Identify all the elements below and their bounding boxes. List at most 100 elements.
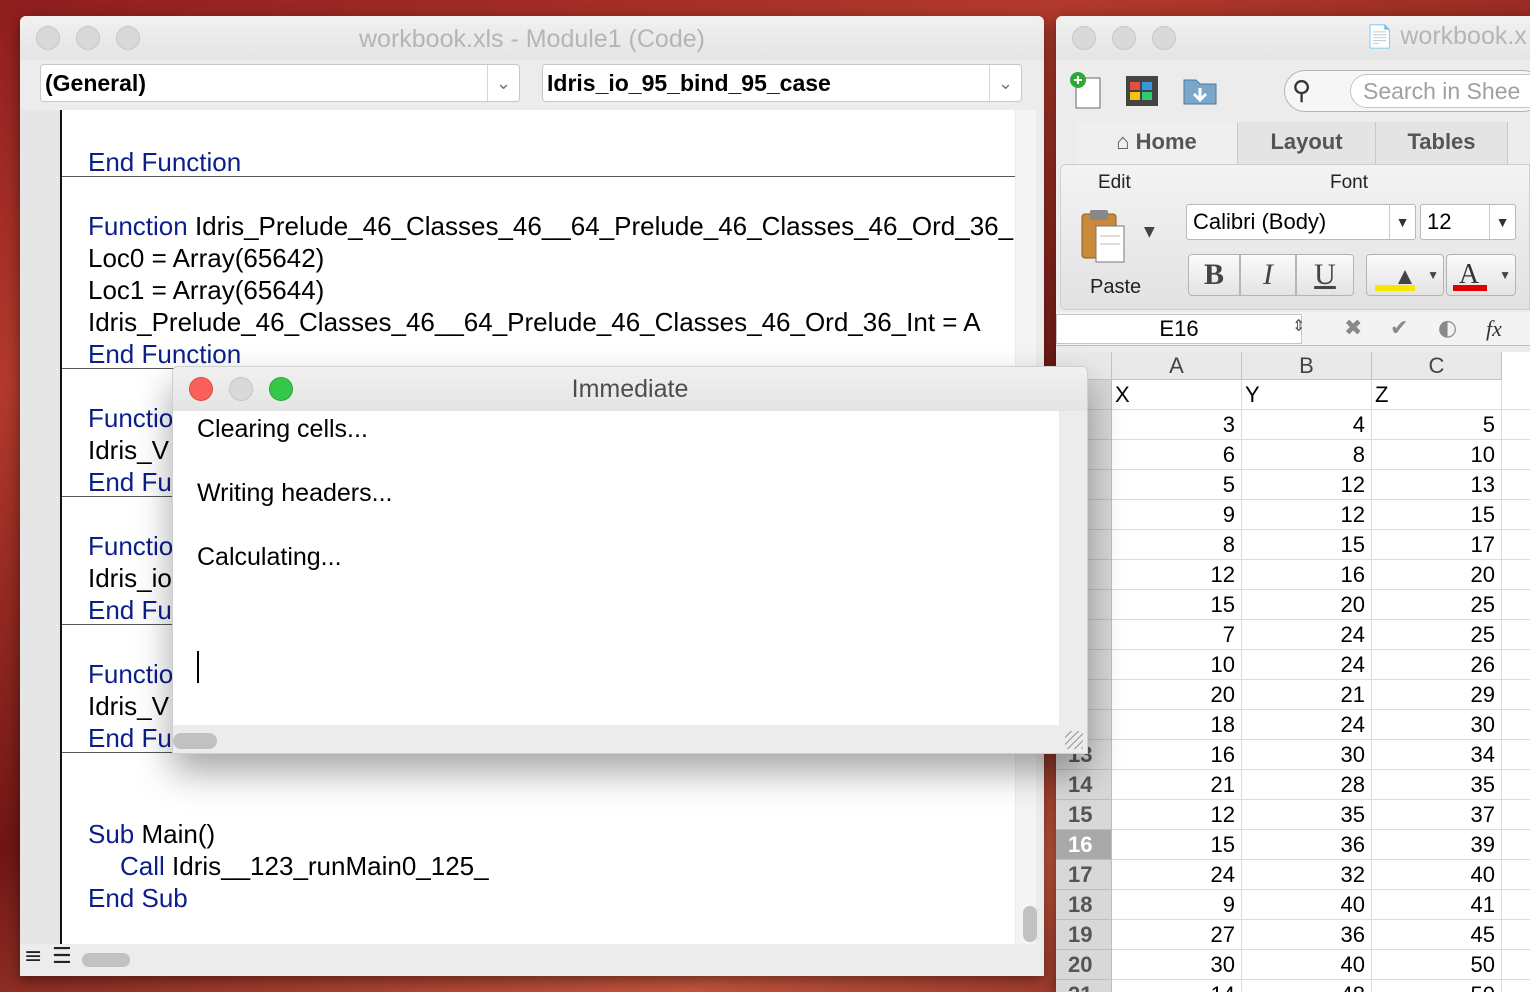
table-cell[interactable] [1502, 740, 1530, 770]
table-cell[interactable] [1502, 920, 1530, 950]
full-module-view-icon[interactable]: ☰ [52, 946, 74, 968]
table-cell[interactable]: 13 [1372, 470, 1502, 500]
code-margin-gutter[interactable] [20, 110, 60, 944]
table-cell[interactable]: 26 [1372, 650, 1502, 680]
table-cell[interactable] [1502, 770, 1530, 800]
search-input[interactable]: Search in Shee [1350, 74, 1530, 108]
procedure-view-icon[interactable]: ≡ [24, 946, 46, 968]
table-cell[interactable]: 32 [1242, 860, 1372, 890]
tab-tables[interactable]: Tables [1376, 122, 1508, 164]
table-cell[interactable]: 29 [1372, 680, 1502, 710]
chevron-down-icon[interactable]: ▼ [1489, 205, 1515, 239]
bold-button[interactable]: B [1188, 254, 1240, 296]
table-cell[interactable]: 24 [1112, 860, 1242, 890]
row-header[interactable]: 21 [1056, 980, 1112, 992]
minimize-button[interactable] [1112, 26, 1136, 50]
table-cell[interactable]: 40 [1242, 890, 1372, 920]
table-cell[interactable]: 48 [1242, 980, 1372, 992]
table-cell[interactable]: 10 [1372, 440, 1502, 470]
procedure-combo[interactable]: Idris_io_95_bind_95_case ⌄ [542, 64, 1022, 102]
gallery-icon[interactable] [1122, 70, 1162, 110]
table-cell[interactable]: 20 [1242, 590, 1372, 620]
table-cell[interactable]: 18 [1112, 710, 1242, 740]
row-header[interactable]: 16 [1056, 830, 1112, 860]
table-cell[interactable]: 5 [1112, 470, 1242, 500]
resize-grip-icon[interactable] [1065, 731, 1083, 749]
horizontal-scroll-thumb[interactable] [82, 953, 130, 967]
chevron-down-icon[interactable]: ▼ [1389, 205, 1415, 239]
table-cell[interactable]: 24 [1242, 650, 1372, 680]
header-cell[interactable]: Y [1242, 380, 1372, 410]
table-cell[interactable]: 50 [1372, 980, 1502, 992]
cancel-icon[interactable]: ✖ [1344, 316, 1362, 341]
table-cell[interactable] [1502, 500, 1530, 530]
header-cell[interactable]: X [1112, 380, 1242, 410]
table-cell[interactable]: 6 [1112, 440, 1242, 470]
table-cell[interactable] [1502, 980, 1530, 992]
table-cell[interactable]: 24 [1242, 710, 1372, 740]
paste-options-chevron-icon[interactable]: ▼ [1144, 224, 1155, 240]
name-box[interactable]: E16 [1056, 314, 1302, 344]
table-cell[interactable]: 28 [1242, 770, 1372, 800]
table-cell[interactable]: 16 [1242, 560, 1372, 590]
table-cell[interactable]: 21 [1112, 770, 1242, 800]
chevron-down-icon[interactable]: ⌄ [487, 65, 519, 101]
table-cell[interactable]: 21 [1242, 680, 1372, 710]
zoom-button[interactable] [1152, 26, 1176, 50]
table-cell[interactable]: 15 [1112, 830, 1242, 860]
table-cell[interactable]: 30 [1112, 950, 1242, 980]
table-cell[interactable]: 30 [1242, 740, 1372, 770]
immediate-output[interactable]: Clearing cells... Writing headers... Cal… [173, 411, 1059, 725]
table-cell[interactable] [1502, 650, 1530, 680]
table-cell[interactable]: 35 [1242, 800, 1372, 830]
new-document-icon[interactable] [1066, 70, 1106, 110]
table-cell[interactable]: 36 [1242, 920, 1372, 950]
row-header[interactable]: 14 [1056, 770, 1112, 800]
spreadsheet-grid[interactable]: A B C X Y Z 3 4 5 6 8 10 5 12 13 9 12 15 8 15 17 12 16 20 15 20 25… [1056, 352, 1530, 992]
italic-button[interactable]: I [1240, 254, 1296, 296]
table-cell[interactable]: 15 [1372, 500, 1502, 530]
table-cell[interactable] [1502, 950, 1530, 980]
table-cell[interactable]: 10 [1112, 650, 1242, 680]
underline-button[interactable]: U [1296, 254, 1354, 296]
table-cell[interactable]: 5 [1372, 410, 1502, 440]
table-cell[interactable]: 12 [1242, 470, 1372, 500]
vertical-scroll-thumb[interactable] [1023, 906, 1037, 942]
table-cell[interactable] [1502, 470, 1530, 500]
header-cell[interactable]: Z [1372, 380, 1502, 410]
table-cell[interactable]: 25 [1372, 590, 1502, 620]
table-cell[interactable]: 24 [1242, 620, 1372, 650]
table-cell[interactable]: 50 [1372, 950, 1502, 980]
table-cell[interactable]: 40 [1372, 860, 1502, 890]
table-cell[interactable]: 12 [1112, 560, 1242, 590]
table-cell[interactable] [1502, 680, 1530, 710]
table-cell[interactable] [1502, 530, 1530, 560]
font-name-combo[interactable]: Calibri (Body) ▼ [1186, 204, 1416, 240]
row-header[interactable]: 19 [1056, 920, 1112, 950]
table-cell[interactable] [1502, 800, 1530, 830]
table-cell[interactable]: 7 [1112, 620, 1242, 650]
table-cell[interactable]: 16 [1112, 740, 1242, 770]
table-cell[interactable]: 34 [1372, 740, 1502, 770]
chevron-down-icon[interactable]: ▼ [1499, 255, 1511, 295]
table-cell[interactable] [1502, 590, 1530, 620]
table-cell[interactable]: 3 [1112, 410, 1242, 440]
object-combo[interactable]: (General) ⌄ [40, 64, 520, 102]
table-cell[interactable]: 45 [1372, 920, 1502, 950]
insert-function-icon[interactable]: fx [1486, 316, 1502, 342]
table-cell[interactable]: 8 [1242, 440, 1372, 470]
table-cell[interactable]: 8 [1112, 530, 1242, 560]
table-cell[interactable]: 12 [1112, 800, 1242, 830]
table-cell[interactable]: 39 [1372, 830, 1502, 860]
row-header[interactable]: 17 [1056, 860, 1112, 890]
table-cell[interactable]: 35 [1372, 770, 1502, 800]
table-cell[interactable] [1502, 860, 1530, 890]
formula-builder-icon[interactable]: ◐ [1438, 316, 1457, 341]
table-cell[interactable]: 12 [1242, 500, 1372, 530]
search-icon[interactable]: ⚲ [1292, 76, 1311, 106]
excel-titlebar[interactable]: 📄 workbook.x [1056, 16, 1530, 60]
font-size-combo[interactable]: 12 ▼ [1420, 204, 1516, 240]
font-color-button[interactable]: A ▼ [1446, 254, 1516, 296]
table-cell[interactable] [1502, 830, 1530, 860]
table-cell[interactable] [1502, 440, 1530, 470]
